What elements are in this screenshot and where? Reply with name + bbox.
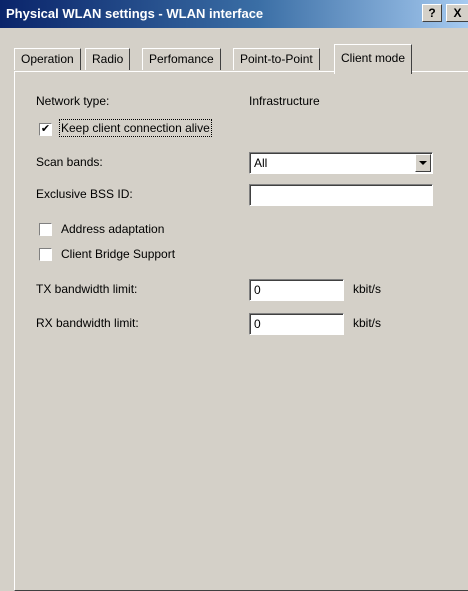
client-mode-panel: Network type: Infrastructure ✔ Keep clie… [14,71,468,591]
bss-id-label: Exclusive BSS ID: [36,187,133,201]
client-bridge-checkbox[interactable] [39,248,52,261]
rx-bandwidth-input[interactable]: 0 [249,313,344,335]
window-title: Physical WLAN settings - WLAN interface [6,6,264,21]
rx-unit-label: kbit/s [353,316,382,330]
close-button[interactable]: X [446,4,468,22]
tx-bandwidth-label: TX bandwidth limit: [36,282,138,296]
keep-alive-label[interactable]: Keep client connection alive [59,119,212,137]
title-bar: Physical WLAN settings - WLAN interface … [0,0,468,28]
keep-alive-checkbox[interactable]: ✔ [39,123,52,136]
tab-radio[interactable]: Radio [85,48,131,70]
bss-id-input[interactable] [249,184,433,206]
help-button[interactable]: ? [422,4,442,22]
scan-bands-value: All [254,156,268,170]
scan-bands-select[interactable]: All [249,152,433,174]
scan-bands-label: Scan bands: [36,155,103,169]
tx-unit-label: kbit/s [353,282,382,296]
address-adaptation-checkbox[interactable] [39,223,52,236]
tx-bandwidth-input[interactable]: 0 [249,279,344,301]
tab-client-mode[interactable]: Client mode [334,44,413,74]
client-bridge-label[interactable]: Client Bridge Support [61,247,175,261]
chevron-down-icon[interactable] [415,154,431,172]
network-type-value: Infrastructure [249,94,320,108]
tab-performance[interactable]: Perfomance [142,48,221,70]
rx-bandwidth-label: RX bandwidth limit: [36,316,139,330]
tab-operation[interactable]: Operation [14,48,81,70]
address-adaptation-label[interactable]: Address adaptation [61,222,164,236]
tab-point-to-point[interactable]: Point-to-Point [233,48,320,70]
network-type-label: Network type: [36,94,110,108]
